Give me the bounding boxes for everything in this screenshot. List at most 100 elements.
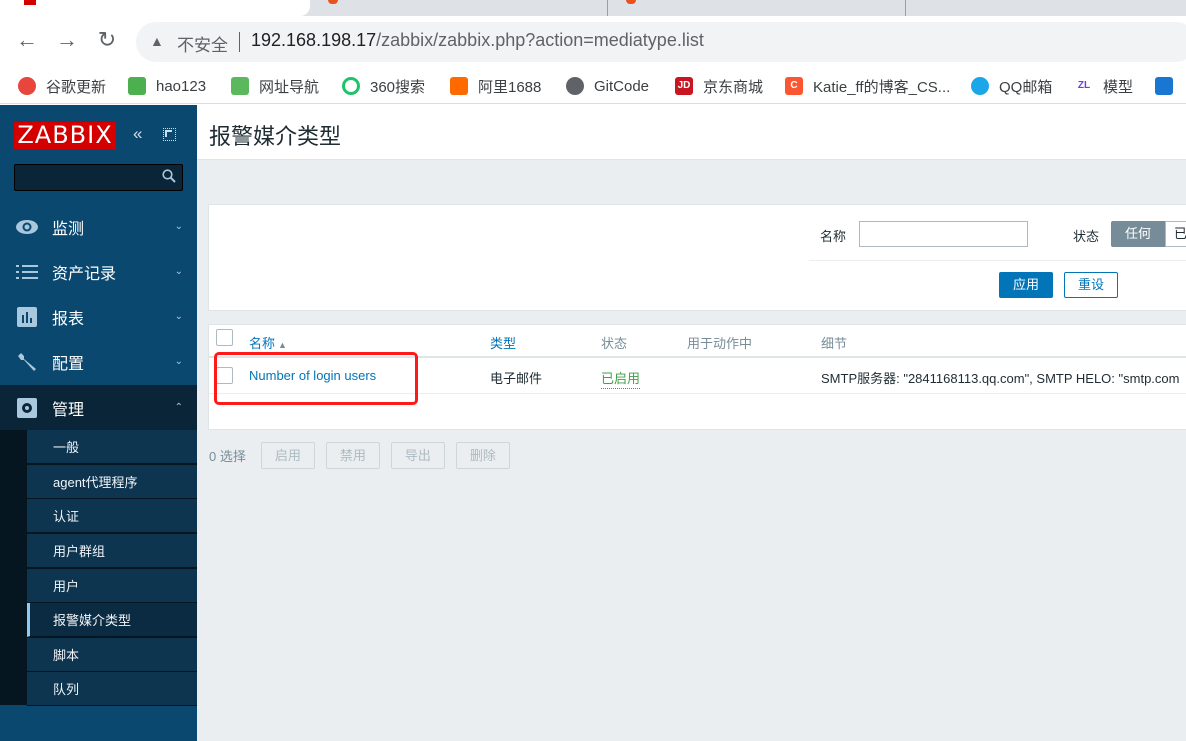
submenu-item-authentication[interactable]: 认证	[27, 499, 197, 533]
chevron-down-icon: ⌄	[174, 356, 183, 367]
browser-tab[interactable]	[610, 0, 906, 16]
column-label: 名称	[249, 336, 276, 351]
column-header-status: 状态	[601, 336, 628, 351]
360-search-icon	[342, 77, 360, 95]
tab-favicon-icon	[626, 0, 636, 4]
filter-panel: 名称 状态 任何 已 应用 重设	[208, 204, 1186, 311]
column-header-name[interactable]: 名称 ▲	[249, 333, 287, 352]
sidebar-item-monitoring[interactable]: 监测 ⌄	[0, 204, 197, 249]
eye-icon	[14, 216, 40, 238]
bookmarks-bar: 谷歌更新 hao123 网址导航 360搜索 阿里1688 GitCode JD…	[0, 68, 1186, 104]
bookmark-label: GitCode	[594, 77, 650, 95]
bar-chart-icon	[14, 306, 40, 328]
csdn-icon: C	[785, 77, 803, 95]
media-type-details: SMTP服务器: "2841168113.qq.com", SMTP HELO:…	[821, 371, 1180, 386]
submenu-item-scripts[interactable]: 脚本	[27, 638, 197, 672]
chevron-down-icon: ⌄	[174, 221, 183, 232]
sidebar-search-input[interactable]	[14, 164, 183, 191]
zabbix-favicon-icon	[24, 0, 36, 5]
bookmark-item[interactable]: 网址导航	[231, 76, 319, 96]
bookmark-item[interactable]: C Katie_ff的博客_CS...	[785, 76, 950, 96]
sidebar-item-label: 监测	[52, 220, 85, 238]
enable-button[interactable]: 启用	[260, 441, 315, 469]
submenu-item-proxies[interactable]: agent代理程序	[27, 465, 197, 499]
sort-asc-icon: ▲	[278, 340, 287, 350]
zabbix-logo[interactable]: ZABBIX	[14, 122, 116, 149]
bookmark-item[interactable]: GitCode	[566, 76, 649, 96]
tab-favicon-icon	[328, 0, 338, 4]
select-all-checkbox[interactable]	[216, 329, 233, 346]
chevron-down-icon: ⌄	[174, 311, 183, 322]
column-header-type[interactable]: 类型	[490, 333, 516, 352]
sidebar-item-administration[interactable]: 管理 ⌃	[0, 385, 197, 430]
reload-button[interactable]: ↻	[94, 27, 120, 53]
export-button[interactable]: 导出	[390, 441, 445, 469]
bookmark-item[interactable]: ZL 模型	[1075, 76, 1133, 96]
address-bar[interactable]: ▲ 不安全 192.168.198.17/zabbix/zabbix.php?a…	[136, 22, 1186, 62]
warning-icon[interactable]: ▲	[150, 33, 164, 49]
forward-button[interactable]: →	[54, 27, 80, 53]
jd-icon: JD	[675, 77, 693, 95]
column-header-details: 细节	[821, 336, 848, 351]
bookmark-item[interactable]: 谷歌更新	[18, 76, 106, 96]
bookmark-label: hao123	[156, 77, 207, 95]
reset-button[interactable]: 重设	[1064, 272, 1118, 298]
remote-desktop-icon	[1155, 77, 1173, 95]
zl-icon: ZL	[1075, 77, 1093, 95]
submenu-item-users[interactable]: 用户	[27, 569, 197, 603]
apply-button[interactable]: 应用	[999, 272, 1053, 298]
selected-count: 0 选择	[209, 448, 246, 464]
search-icon[interactable]	[162, 169, 176, 183]
main-content: 报警媒介类型 名称 状态 任何 已 应用 重设 名称 ▲ 类型 状态 用于动作中 …	[197, 105, 1186, 741]
qq-mail-icon	[971, 77, 989, 95]
annotation-highlight-box	[214, 352, 418, 405]
hao123-icon	[128, 77, 146, 95]
administration-submenu: 一般 agent代理程序 认证 用户群组 用户 报警媒介类型 脚本 队列	[0, 430, 197, 706]
submenu-item-media-types[interactable]: 报警媒介类型	[27, 603, 197, 637]
url-text[interactable]: 192.168.198.17/zabbix/zabbix.php?action=…	[251, 30, 704, 51]
status-option-any[interactable]: 任何	[1111, 221, 1165, 247]
bookmark-item[interactable]: hao123	[128, 76, 206, 96]
mass-actions-bar: 0 选择 启用 禁用 导出 删除	[209, 441, 521, 469]
bookmark-label: 京东商城	[703, 78, 764, 96]
gear-icon	[14, 397, 40, 419]
sidebar-item-label: 管理	[52, 401, 85, 419]
wrench-icon	[14, 351, 40, 373]
bookmark-item[interactable]: 360搜索	[342, 76, 425, 96]
column-header-used-in-actions: 用于动作中	[687, 336, 753, 351]
security-label[interactable]: 不安全	[177, 31, 228, 56]
filter-name-label: 名称	[820, 229, 847, 244]
sidebar-item-configuration[interactable]: 配置 ⌄	[0, 339, 197, 384]
disable-button[interactable]: 禁用	[325, 441, 380, 469]
bookmark-item[interactable]: JD 京东商城	[675, 76, 763, 96]
filter-name-input[interactable]	[859, 221, 1028, 247]
sidebar: ZABBIX « 监测 ⌄ 资产记录 ⌄ 报表 ⌄ 配置 ⌄ 管理 ⌃ 一般 a…	[0, 105, 197, 741]
browser-tab-strip	[0, 0, 1186, 16]
page-header: 报警媒介类型	[197, 105, 1186, 160]
collapse-sidebar-icon[interactable]: «	[133, 124, 142, 144]
media-type-type: 电子邮件	[490, 371, 543, 386]
sidebar-item-label: 报表	[52, 310, 85, 328]
status-option-enabled[interactable]: 已	[1165, 221, 1186, 247]
submenu-item-user-groups[interactable]: 用户群组	[27, 534, 197, 568]
bookmark-item[interactable]: QQ邮箱	[971, 76, 1052, 96]
sidebar-item-inventory[interactable]: 资产记录 ⌄	[0, 249, 197, 294]
bookmark-item[interactable]	[1155, 76, 1183, 96]
bookmark-label: Katie_ff的博客_CS...	[813, 78, 951, 96]
delete-button[interactable]: 删除	[455, 441, 510, 469]
browser-tab[interactable]	[312, 0, 608, 16]
media-type-status[interactable]: 已启用	[601, 368, 641, 389]
submenu-item-queue[interactable]: 队列	[27, 672, 197, 706]
filter-divider	[809, 260, 1186, 261]
kiosk-mode-icon[interactable]	[163, 128, 176, 141]
bookmark-label: 谷歌更新	[46, 78, 107, 96]
bookmark-item[interactable]: 阿里1688	[450, 76, 541, 96]
globe-icon	[566, 77, 584, 95]
bookmark-label: 360搜索	[370, 78, 426, 96]
browser-tab-active[interactable]	[0, 0, 310, 16]
list-icon	[14, 261, 40, 283]
submenu-item-general[interactable]: 一般	[27, 430, 197, 464]
sidebar-item-reports[interactable]: 报表 ⌄	[0, 294, 197, 339]
bookmark-label: 模型	[1103, 78, 1134, 96]
back-button[interactable]: ←	[14, 27, 40, 53]
